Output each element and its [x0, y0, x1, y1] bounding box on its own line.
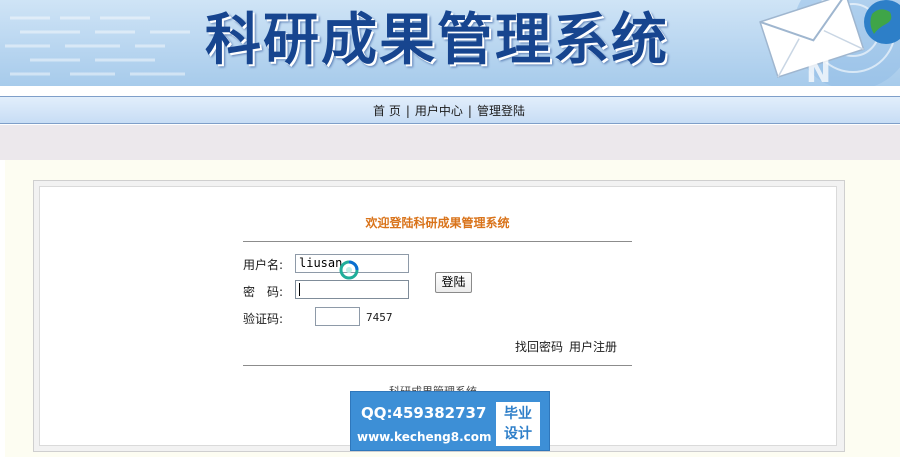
svg-text:N: N [806, 55, 831, 86]
nav-admin-login-link[interactable]: 管理登陆 [477, 104, 525, 118]
divider-top [243, 241, 632, 242]
header-banner: 科研成果管理系统 N [0, 0, 900, 86]
banner-pattern [5, 16, 190, 76]
top-nav: 首 页 | 用户中心 | 管理登陆 [0, 96, 900, 124]
watermark-stamp-line2: 设计 [504, 426, 532, 442]
password-input[interactable] [295, 280, 409, 299]
loading-cursor-icon [339, 260, 359, 280]
watermark-stamp: 毕业 设计 [496, 402, 540, 446]
captcha-code: 7457 [366, 311, 393, 324]
nav-items: 首 页 | 用户中心 | 管理登陆 [373, 102, 525, 119]
text-caret [299, 283, 300, 296]
divider-bottom [243, 365, 632, 366]
divider-band [0, 125, 900, 160]
watermark-url: www.kecheng8.com [357, 430, 492, 444]
login-title: 欢迎登陆科研成果管理系统 [365, 216, 510, 230]
watermark-qq: QQ:459382737 [361, 404, 487, 422]
watermark-stamp-line1: 毕业 [504, 406, 532, 422]
header-spacer [0, 86, 900, 96]
nav-separator: | [467, 104, 472, 118]
watermark-banner: QQ:459382737 www.kecheng8.com 毕业 设计 [350, 391, 550, 451]
recover-password-link[interactable]: 找回密码 [515, 338, 563, 355]
nav-separator: | [405, 104, 410, 118]
nav-user-center-link[interactable]: 用户中心 [415, 104, 463, 118]
login-submit-button[interactable]: 登陆 [435, 272, 472, 293]
password-label: 密 码: [243, 285, 284, 299]
captcha-label: 验证码: [243, 312, 284, 326]
banner-title: 科研成果管理系统 [205, 8, 669, 73]
captcha-input[interactable] [315, 307, 360, 326]
username-label: 用户名: [243, 258, 284, 272]
register-link[interactable]: 用户注册 [569, 338, 617, 355]
nav-home-link[interactable]: 首 页 [373, 104, 401, 118]
envelope-globe-icon: N [759, 0, 900, 86]
